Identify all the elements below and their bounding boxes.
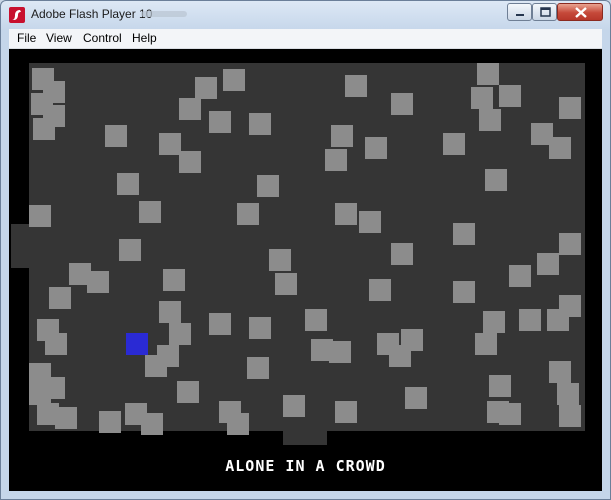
crowd-block [269,249,291,271]
crowd-block [33,118,55,140]
menu-help[interactable]: Help [129,31,160,45]
crowd-block [247,357,269,379]
crowd-block [45,333,67,355]
crowd-block [209,313,231,335]
crowd-block [557,383,579,405]
crowd-block [335,203,357,225]
minimize-button[interactable] [507,3,532,21]
crowd-block [329,341,351,363]
menu-control[interactable]: Control [80,31,125,45]
crowd-block [483,311,505,333]
crowd-block [489,375,511,397]
crowd-block [257,175,279,197]
menu-file[interactable]: File [14,31,39,45]
crowd-block [547,309,569,331]
crowd-block [549,361,571,383]
crowd-block [559,405,581,427]
crowd-block [359,211,381,233]
crowd-block [519,309,541,331]
crowd-block [453,281,475,303]
stage-exit-bottom [283,431,327,445]
title-blur [141,11,187,17]
crowd-block [479,109,501,131]
crowd-block [559,233,581,255]
crowd-block [487,401,509,423]
crowd-block [237,203,259,225]
crowd-block [179,151,201,173]
crowd-block [331,125,353,147]
crowd-block [477,63,499,85]
crowd-block [157,345,179,367]
crowd-block [249,113,271,135]
crowd-block [55,407,77,429]
flash-player-window: Adobe Flash Player 10 File View Control … [0,0,611,500]
crowd-block [29,205,51,227]
crowd-block [283,395,305,417]
crowd-block [471,87,493,109]
menu-view[interactable]: View [43,31,75,45]
crowd-block [141,413,163,435]
crowd-block [275,273,297,295]
crowd-block [509,265,531,287]
crowd-block [163,269,185,291]
crowd-block [99,411,121,433]
flash-player-icon [9,7,25,23]
crowd-block [177,381,199,403]
crowd-block [209,111,231,133]
crowd-block [537,253,559,275]
crowd-block [453,223,475,245]
crowd-block [249,317,271,339]
crowd-block [475,333,497,355]
crowd-block [305,309,327,331]
game-viewport[interactable]: ALONE IN A CROWD [9,49,602,491]
crowd-block [443,133,465,155]
crowd-block [369,279,391,301]
crowd-block [335,401,357,423]
crowd-block [159,301,181,323]
maximize-button[interactable] [532,3,557,21]
crowd-block [405,387,427,409]
crowd-block [391,93,413,115]
crowd-block [105,125,127,147]
player-block[interactable] [126,333,148,355]
crowd-block [549,137,571,159]
crowd-block [49,287,71,309]
stage-exit-left [11,224,29,268]
crowd-block [29,383,51,405]
crowd-block [365,137,387,159]
crowd-block [223,69,245,91]
window-title: Adobe Flash Player 10 [31,7,153,21]
close-button[interactable] [557,3,603,21]
game-stage[interactable] [29,63,585,435]
crowd-block [169,323,191,345]
crowd-block [559,97,581,119]
title-bar[interactable]: Adobe Flash Player 10 [1,1,610,29]
crowd-block [391,243,413,265]
crowd-block [119,239,141,261]
crowd-block [325,149,347,171]
crowd-block [389,345,411,367]
game-caption: ALONE IN A CROWD [225,457,386,475]
crowd-block [485,169,507,191]
menu-bar: File View Control Help [9,29,602,49]
crowd-block [117,173,139,195]
crowd-block [345,75,367,97]
crowd-block [499,85,521,107]
crowd-block [159,133,181,155]
crowd-block [227,413,249,435]
crowd-block [195,77,217,99]
crowd-block [87,271,109,293]
crowd-block [139,201,161,223]
crowd-block [179,98,201,120]
